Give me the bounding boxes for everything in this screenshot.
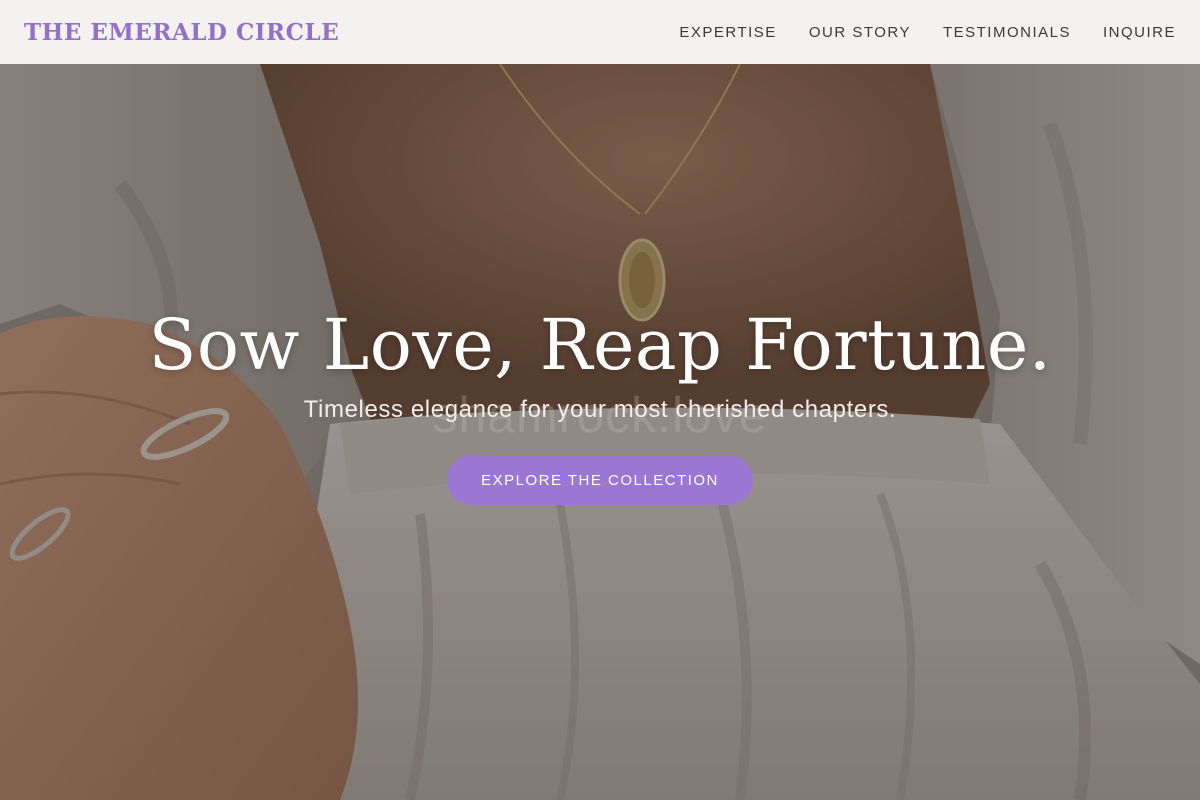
hero-title: Sow Love, Reap Fortune.	[148, 304, 1052, 386]
nav-item-our-story[interactable]: OUR STORY	[809, 24, 911, 41]
nav-item-inquire[interactable]: INQUIRE	[1103, 24, 1176, 41]
landing-page: THE EMERALD CIRCLE EXPERTISE OUR STORY T…	[0, 0, 1200, 800]
site-header: THE EMERALD CIRCLE EXPERTISE OUR STORY T…	[0, 0, 1200, 64]
nav-item-expertise[interactable]: EXPERTISE	[679, 24, 776, 41]
explore-collection-button[interactable]: EXPLORE THE COLLECTION	[447, 455, 753, 505]
hero-subtitle: Timeless elegance for your most cherishe…	[303, 396, 897, 423]
main-nav: EXPERTISE OUR STORY TESTIMONIALS INQUIRE	[679, 24, 1176, 41]
site-logo[interactable]: THE EMERALD CIRCLE	[24, 19, 339, 46]
nav-item-testimonials[interactable]: TESTIMONIALS	[943, 24, 1071, 41]
hero-content: shamrock.love Sow Love, Reap Fortune. Ti…	[0, 64, 1200, 800]
hero-section: shamrock.love Sow Love, Reap Fortune. Ti…	[0, 64, 1200, 800]
